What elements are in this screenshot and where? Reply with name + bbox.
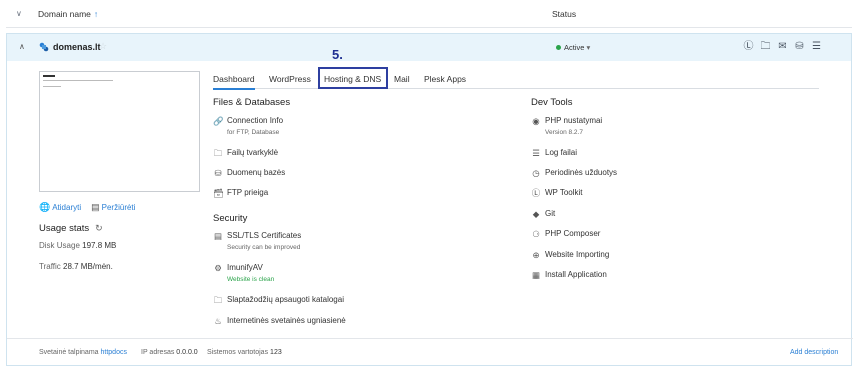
git-item[interactable]: ◆ Git — [531, 209, 556, 219]
php-icon: ◉ — [532, 116, 540, 126]
status-dot — [556, 45, 561, 50]
tab-dashboard[interactable]: Dashboard — [213, 74, 255, 90]
databases-item[interactable]: ⛁ Duomenų bazės — [213, 168, 285, 178]
highlight-box — [318, 67, 388, 89]
ssl-status-sub: Security can be improved — [227, 244, 301, 251]
domain-toolbar: Ⓛ 🗀 ✉ ⛁ ☰ — [743, 41, 822, 52]
open-site-link[interactable]: 🌐 Atidaryti — [39, 202, 81, 213]
fire-icon: ♨ — [214, 316, 222, 326]
tab-mail[interactable]: Mail — [394, 74, 410, 84]
web-firewall-item[interactable]: ♨ Internetinės svetainės ugniasienė — [213, 316, 346, 326]
site-preview-thumbnail[interactable] — [39, 71, 200, 192]
database-icon: ⛁ — [214, 168, 222, 178]
ssl-certificates-item[interactable]: ▤ SSL/TLS Certificates — [213, 231, 301, 241]
table-header: ∨ Domain name ↑ Status — [6, 0, 852, 28]
dev-tools-title: Dev Tools — [531, 97, 573, 108]
database-icon[interactable]: ⛁ — [794, 41, 805, 52]
certificate-icon: ▤ — [213, 231, 223, 241]
composer-icon: ⚆ — [532, 229, 540, 239]
domain-row: ∧ domenas.lt ☆ Active ▾ Ⓛ 🗀 ✉ ⛁ ☰ — [6, 33, 852, 61]
settings-sliders-icon[interactable]: ☰ — [811, 41, 822, 52]
ftp-icon: 🗃 — [213, 188, 224, 198]
sort-ascending-icon: ↑ — [93, 9, 99, 19]
page: ∨ Domain name ↑ Status ∧ domenas.lt ☆ Act… — [6, 0, 853, 372]
php-version-sub: Version 8.2.7 — [545, 129, 583, 136]
folder-icon[interactable]: 🗀 — [760, 41, 771, 52]
wp-toolkit-item[interactable]: Ⓛ WP Toolkit — [531, 188, 583, 198]
files-databases-title: Files & Databases — [213, 97, 291, 108]
hosting-directory: Svetainė talpinama httpdocs — [39, 349, 127, 356]
domain-card: 🌐 Atidaryti ▤ Peržiūrėti Usage stats ↻ Dis… — [6, 47, 853, 366]
connection-info-sub: for FTP, Database — [227, 129, 280, 136]
add-description-link[interactable]: Add description — [790, 349, 838, 356]
card-footer: Svetainė talpinama httpdocs IP adresas 0… — [7, 338, 853, 366]
globe-icon: 🌐 — [39, 202, 51, 212]
gear-icon: ⚙ — [214, 263, 222, 273]
ftp-access-item[interactable]: 🗃 FTP prieiga — [213, 188, 268, 198]
mail-icon[interactable]: ✉ — [777, 41, 788, 52]
ip-address: IP adresas 0.0.0.0 — [141, 349, 198, 356]
php-settings-item[interactable]: ◉ PHP nustatymai — [531, 116, 602, 126]
preview-site-link[interactable]: ▤ Peržiūrėti — [91, 202, 135, 213]
connection-info-item[interactable]: 🔗 Connection Info — [213, 116, 283, 126]
list-icon: ☰ — [532, 148, 540, 158]
refresh-icon[interactable]: ↻ — [95, 223, 103, 234]
domain-icon — [39, 42, 49, 52]
website-importing-item[interactable]: ⊕ Website Importing — [531, 250, 609, 260]
imunify-status-sub: Website is clean — [227, 276, 275, 283]
disk-usage: Disk Usage 197.8 MB — [39, 241, 117, 250]
domain-tabs: Dashboard WordPress Hosting & DNS Mail P… — [213, 67, 819, 90]
tab-wordpress[interactable]: WordPress — [269, 74, 311, 84]
link-icon: 🔗 — [213, 116, 224, 126]
git-icon: ◆ — [532, 209, 540, 219]
locked-folder-icon: 🗀 — [213, 295, 223, 305]
chevron-down-icon: ▾ — [586, 43, 591, 52]
php-composer-item[interactable]: ⚆ PHP Composer — [531, 229, 600, 239]
wordpress-icon[interactable]: Ⓛ — [743, 41, 754, 52]
httpdocs-link[interactable]: httpdocs — [101, 349, 127, 356]
wordpress-icon: Ⓛ — [531, 188, 541, 198]
import-icon: ⊕ — [532, 250, 540, 260]
clock-icon: ◷ — [532, 168, 540, 178]
protected-directories-item[interactable]: 🗀 Slaptažodžių apsaugoti katalogai — [213, 295, 344, 305]
security-title: Security — [213, 213, 248, 224]
step-marker: 5. — [332, 47, 343, 62]
scheduled-tasks-item[interactable]: ◷ Periodinės užduotys — [531, 168, 617, 178]
install-application-item[interactable]: ▦ Install Application — [531, 270, 607, 280]
tab-plesk-apps[interactable]: Plesk Apps — [424, 74, 466, 84]
column-status[interactable]: Status — [552, 9, 576, 19]
expand-all-icon[interactable]: ∨ — [16, 9, 26, 19]
domain-name[interactable]: domenas.lt — [53, 42, 101, 52]
collapse-icon[interactable]: ∧ — [19, 42, 25, 51]
status-dropdown[interactable]: Active ▾ — [564, 43, 590, 52]
site-links: 🌐 Atidaryti ▤ Peržiūrėti — [39, 202, 135, 213]
folder-icon: 🗀 — [213, 148, 223, 158]
imunifyav-item[interactable]: ⚙ ImunifyAV — [213, 263, 263, 273]
column-domain-name[interactable]: Domain name ↑ — [38, 9, 98, 19]
log-files-item[interactable]: ☰ Log failai — [531, 148, 577, 158]
traffic-usage: Traffic 28.7 MB/mėn. — [39, 262, 113, 271]
system-user: Sistemos vartotojas 123 — [207, 349, 282, 356]
preview-icon: ▤ — [91, 202, 100, 212]
favorite-star-icon[interactable]: ☆ — [99, 41, 107, 52]
usage-stats-title: Usage stats ↻ — [39, 223, 103, 234]
apps-icon: ▦ — [531, 270, 541, 280]
file-manager-item[interactable]: 🗀 Failų tvarkyklė — [213, 148, 278, 158]
